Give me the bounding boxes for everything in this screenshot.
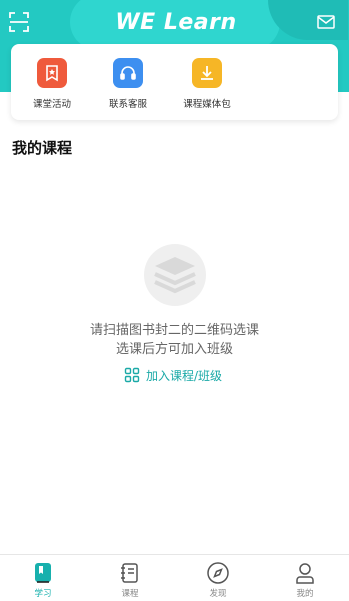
tab-me-label: 我的: [296, 589, 314, 599]
notebook-icon: [118, 561, 142, 585]
mail-icon[interactable]: [317, 14, 335, 30]
tab-discover-label: 发现: [209, 589, 227, 599]
classroom-activity-button[interactable]: 课堂活动: [17, 58, 87, 110]
tab-study-label: 学习: [34, 589, 52, 599]
app-logo: WE Learn: [115, 9, 237, 35]
contact-support-button[interactable]: 联系客服: [93, 58, 163, 110]
media-package-label: 课程媒体包: [183, 99, 231, 110]
tab-courses[interactable]: 课程: [100, 561, 160, 599]
empty-hint-line1: 请扫描图书封二的二维码选课: [89, 323, 259, 338]
compass-icon: [206, 561, 230, 585]
join-course-label: 加入课程/班级: [146, 368, 223, 383]
tab-courses-label: 课程: [121, 589, 139, 599]
contact-support-label: 联系客服: [108, 99, 147, 110]
media-package-button[interactable]: 课程媒体包: [172, 58, 242, 110]
my-courses-title: 我的课程: [12, 139, 73, 157]
empty-courses-icon: [140, 243, 210, 307]
empty-hint-line2: 选课后方可加入班级: [115, 342, 233, 357]
classroom-activity-icon: [37, 58, 67, 88]
tab-me[interactable]: 我的: [275, 561, 335, 599]
join-course-link[interactable]: 加入课程/班级: [124, 365, 222, 385]
tab-discover[interactable]: 发现: [188, 561, 248, 599]
classroom-activity-label: 课堂活动: [32, 99, 71, 110]
quick-actions-card: 课堂活动 联系客服 课程媒体包: [11, 44, 338, 120]
tab-study[interactable]: 学习: [13, 561, 73, 599]
scan-icon[interactable]: [8, 11, 30, 33]
profile-icon: [293, 561, 317, 585]
grid-icon: [124, 367, 140, 383]
header-decoration-right: [268, 0, 348, 40]
download-icon: [192, 58, 222, 88]
study-icon: [31, 561, 55, 585]
bottom-tab-bar: 学习 课程 发现 我的: [0, 554, 349, 601]
headset-icon: [113, 58, 143, 88]
